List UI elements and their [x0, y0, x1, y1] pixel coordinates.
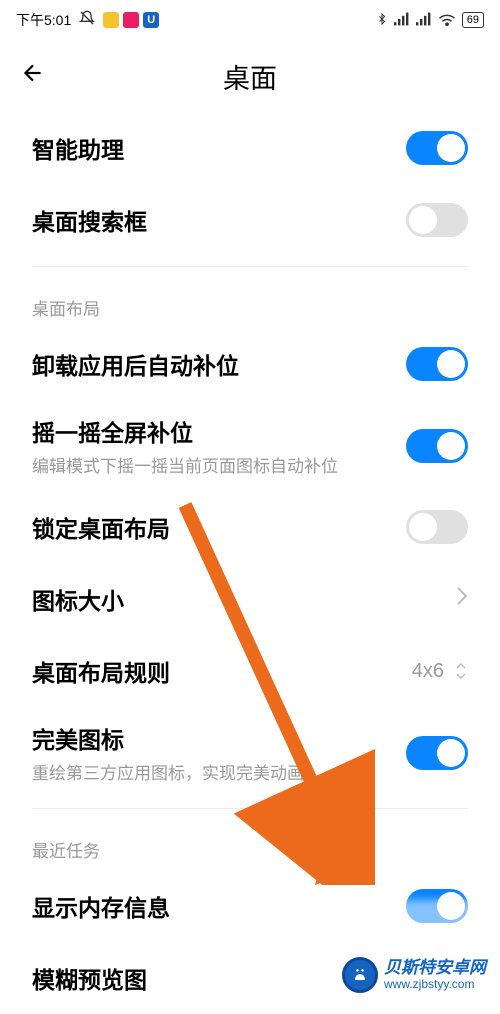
- status-bar: 下午5:01 U 69: [0, 0, 500, 40]
- wifi-icon: [438, 12, 456, 29]
- row-label: 锁定桌面布局: [32, 510, 406, 544]
- row-label: 桌面布局规则: [32, 654, 412, 688]
- watermark: 贝斯特安卓网 www.zjbstyy.com: [328, 947, 500, 1003]
- status-app-icons: U: [103, 12, 159, 28]
- row-label: 桌面搜索框: [32, 203, 406, 237]
- row-label: 摇一摇全屏补位: [32, 414, 406, 448]
- app-icon-pink: [123, 12, 139, 28]
- row-lock-layout[interactable]: 锁定桌面布局: [32, 491, 468, 563]
- section-label-recent: 最近任务: [32, 809, 468, 870]
- row-sublabel: 编辑模式下摇一摇当前页面图标自动补位: [32, 452, 406, 477]
- row-sublabel: 重绘第三方应用图标，实现完美动画: [32, 759, 406, 784]
- page-header: 桌面: [0, 40, 500, 112]
- row-auto-fill[interactable]: 卸载应用后自动补位: [32, 328, 468, 400]
- toggle-shake-fill[interactable]: [406, 429, 468, 463]
- row-label: 智能助理: [32, 131, 406, 165]
- bluetooth-icon: [376, 11, 388, 30]
- layout-rule-value: 4x6: [412, 660, 444, 683]
- signal-icon-2: [416, 12, 432, 29]
- row-label: 显示内存信息: [32, 889, 406, 923]
- row-shake-fill[interactable]: 摇一摇全屏补位 编辑模式下摇一摇当前页面图标自动补位: [32, 400, 468, 491]
- status-time: 下午5:01: [16, 10, 71, 30]
- toggle-lock-layout[interactable]: [406, 510, 468, 544]
- row-smart-assistant[interactable]: 智能助理: [32, 112, 468, 184]
- row-layout-rule[interactable]: 桌面布局规则 4x6: [32, 635, 468, 707]
- chevron-right-icon: [456, 586, 468, 612]
- row-label: 完美图标: [32, 721, 406, 755]
- battery-indicator: 69: [462, 12, 484, 28]
- watermark-url: www.zjbstyy.com: [384, 978, 486, 991]
- toggle-search-box[interactable]: [406, 203, 468, 237]
- signal-icon-1: [394, 12, 410, 29]
- status-left: 下午5:01 U: [16, 10, 159, 31]
- watermark-title: 贝斯特安卓网: [384, 959, 486, 978]
- row-icon-size[interactable]: 图标大小: [32, 563, 468, 635]
- row-perfect-icon[interactable]: 完美图标 重绘第三方应用图标，实现完美动画: [32, 707, 468, 798]
- dnd-icon: [79, 10, 95, 31]
- section-label-layout: 桌面布局: [32, 267, 468, 328]
- watermark-logo-icon: [342, 957, 378, 993]
- toggle-perfect-icon[interactable]: [406, 736, 468, 770]
- status-right: 69: [376, 11, 484, 30]
- toggle-smart-assistant[interactable]: [406, 131, 468, 165]
- row-label: 卸载应用后自动补位: [32, 347, 406, 381]
- back-button[interactable]: [20, 60, 46, 93]
- app-icon-blue: U: [143, 12, 159, 28]
- page-title: 桌面: [223, 57, 277, 96]
- row-label: 图标大小: [32, 582, 456, 616]
- stepper-icon[interactable]: [454, 660, 468, 682]
- toggle-auto-fill[interactable]: [406, 347, 468, 381]
- row-search-box[interactable]: 桌面搜索框: [32, 184, 468, 256]
- app-icon-yellow: [103, 12, 119, 28]
